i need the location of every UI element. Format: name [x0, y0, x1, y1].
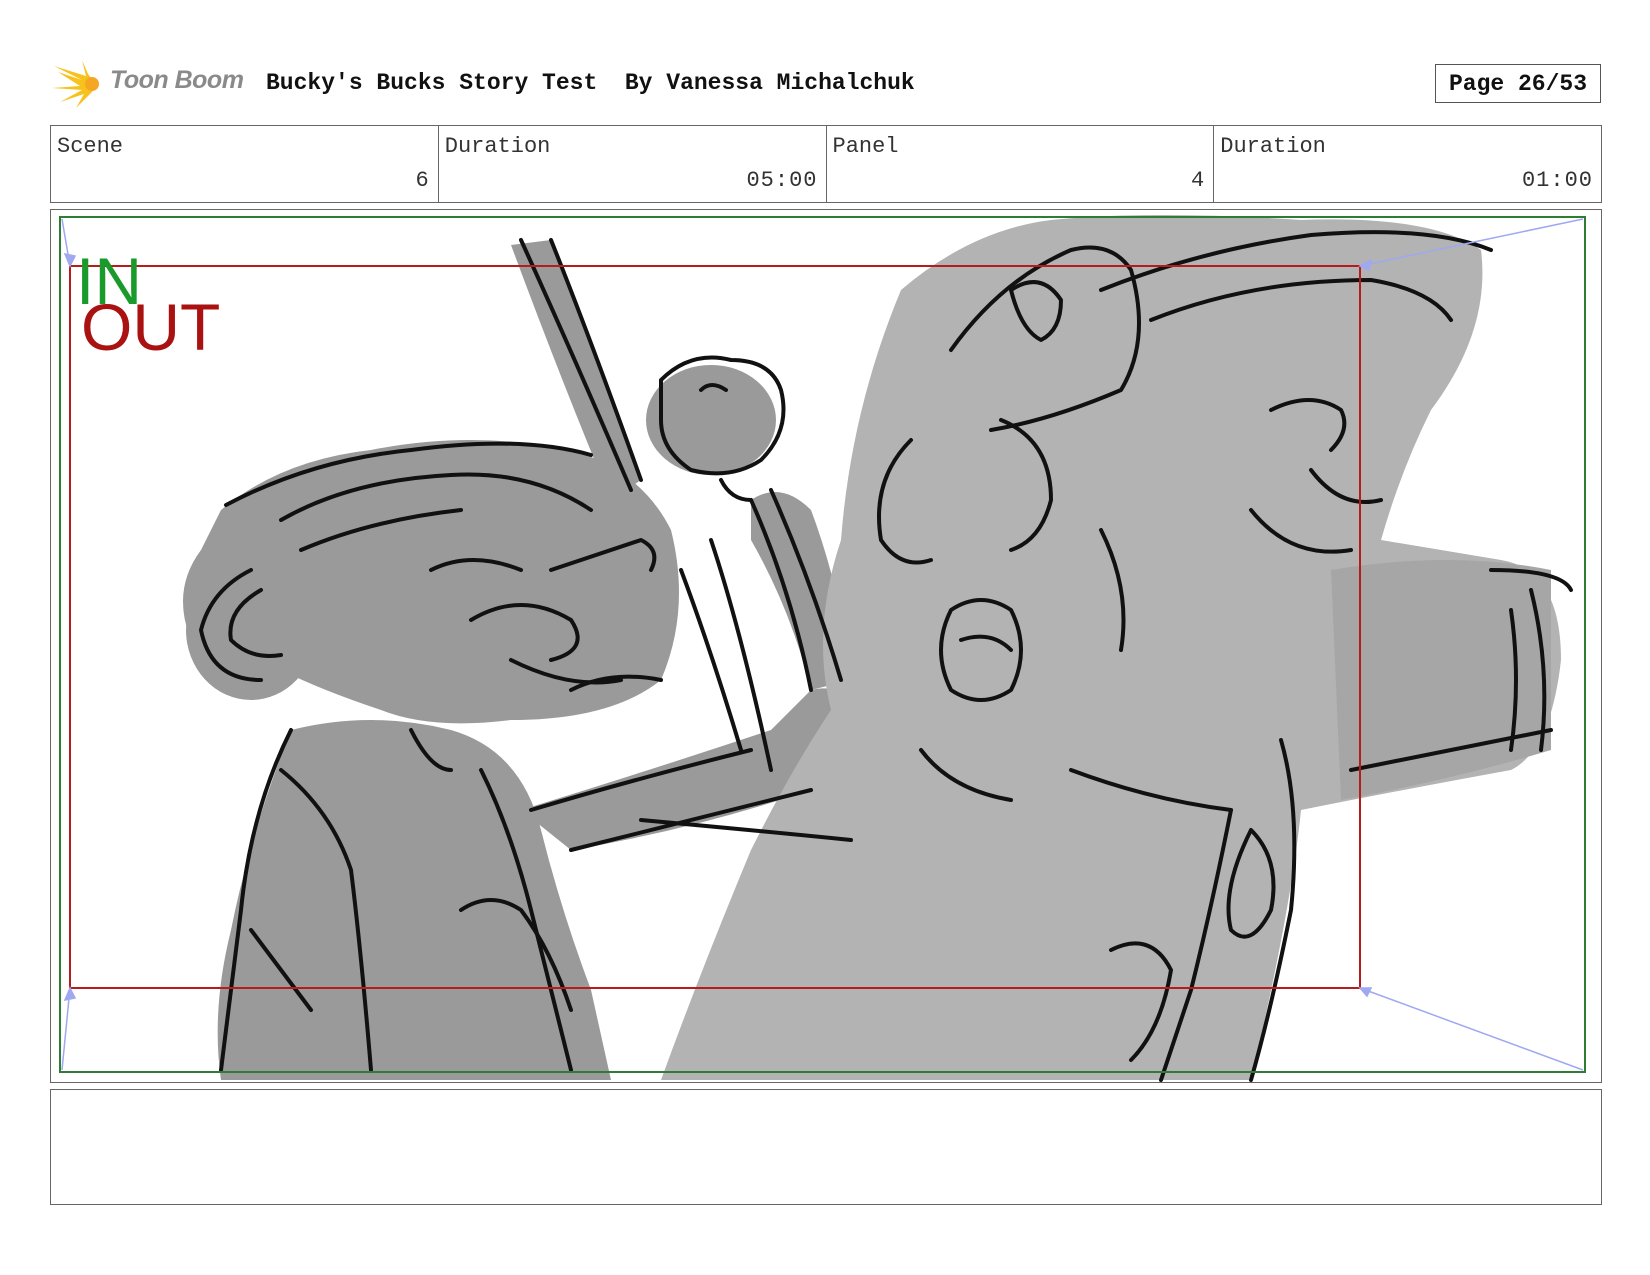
scene-info-row: Scene 6 Duration 05:00 Panel 4 Duration … — [50, 125, 1602, 203]
panel-duration-label: Duration — [1220, 134, 1326, 159]
panel-notes-box — [50, 1089, 1602, 1205]
toon-boom-burst-icon — [52, 60, 99, 108]
panel-duration-cell: Duration 01:00 — [1214, 126, 1601, 202]
scene-duration-label: Duration — [444, 134, 551, 159]
scene-value: 6 — [415, 168, 430, 193]
scene-label: Scene — [57, 134, 124, 159]
storyboard-panel: IN OUT — [50, 209, 1602, 1083]
page-number: Page 26/53 — [1435, 64, 1601, 103]
toon-boom-logo: Toon Boom — [52, 58, 252, 110]
scene-duration-cell: Duration 05:00 — [439, 126, 827, 202]
scene-duration-value: 05:00 — [746, 168, 818, 193]
document-title: Bucky's Bucks Story Test By Vanessa Mich… — [266, 70, 915, 96]
panel-label: Panel — [832, 134, 899, 159]
sketch-fills — [183, 215, 1561, 1080]
panel-value: 4 — [1191, 168, 1206, 193]
logo-text: Toon Boom — [110, 66, 244, 94]
storyboard-drawing: IN OUT — [59, 215, 1586, 1082]
out-frame-label: OUT — [81, 290, 220, 364]
scene-cell: Scene 6 — [51, 126, 439, 202]
panel-cell: Panel 4 — [827, 126, 1215, 202]
panel-duration-value: 01:00 — [1521, 168, 1593, 193]
